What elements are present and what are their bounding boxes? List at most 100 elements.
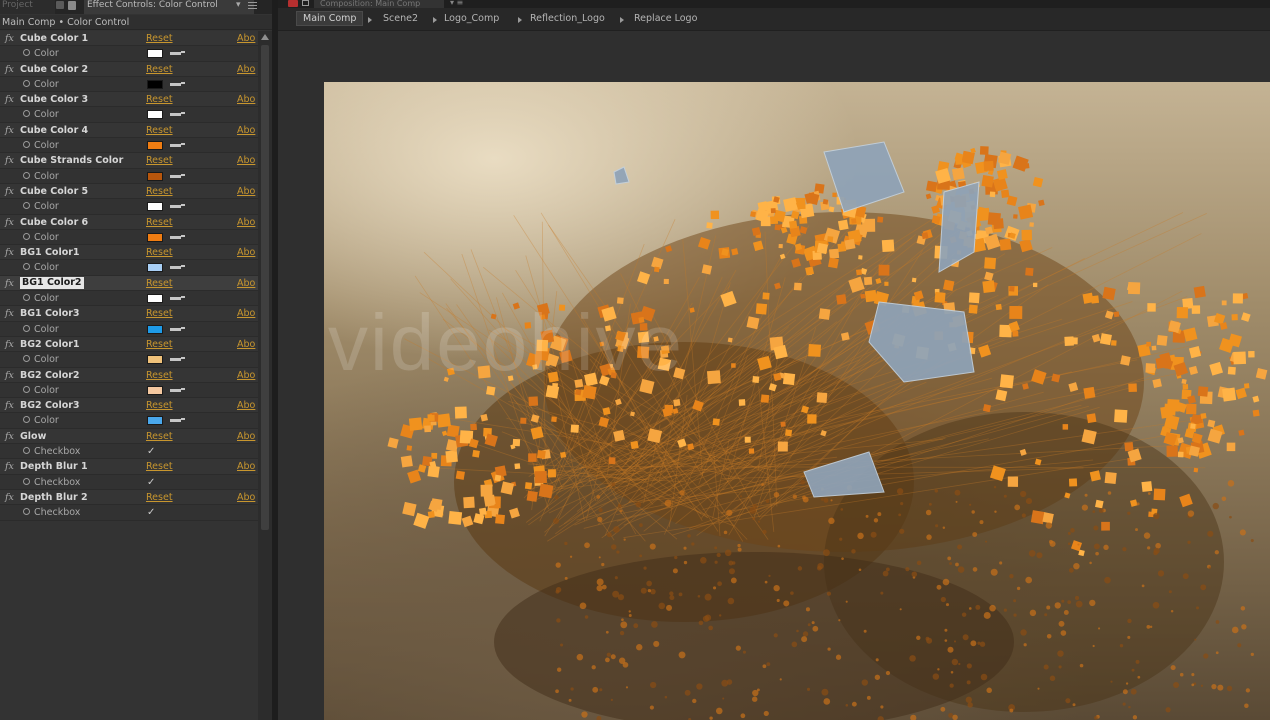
eyedropper-icon[interactable]: [170, 111, 185, 118]
tab-composition[interactable]: Composition: Main Comp: [314, 0, 444, 8]
effect-row[interactable]: fx Cube Color 2 Reset Abo: [0, 61, 258, 77]
about-link[interactable]: Abo: [237, 490, 257, 505]
fx-icon[interactable]: fx: [5, 31, 14, 46]
eyedropper-icon[interactable]: [170, 203, 185, 210]
stopwatch-icon[interactable]: [23, 79, 30, 87]
reset-link[interactable]: Reset: [146, 92, 173, 107]
color-swatch[interactable]: [147, 202, 163, 212]
about-link[interactable]: Abo: [237, 153, 257, 168]
eyedropper-icon[interactable]: [170, 417, 185, 424]
about-link[interactable]: Abo: [237, 215, 257, 230]
tab-project[interactable]: Project: [0, 0, 55, 14]
effect-row[interactable]: fx BG2 Color3 Reset Abo: [0, 398, 258, 414]
fx-icon[interactable]: fx: [5, 123, 14, 138]
stopwatch-icon[interactable]: [23, 232, 30, 240]
effect-row[interactable]: fx Cube Color 4 Reset Abo: [0, 122, 258, 139]
effect-name[interactable]: Cube Color 1: [20, 31, 88, 46]
color-swatch[interactable]: [147, 385, 163, 395]
checkbox[interactable]: ✓: [147, 444, 155, 459]
scrollbar-thumb[interactable]: [261, 45, 269, 530]
about-link[interactable]: Abo: [237, 398, 257, 413]
color-swatch[interactable]: [147, 141, 163, 151]
stopwatch-icon[interactable]: [23, 202, 30, 210]
effect-name[interactable]: Glow: [20, 429, 46, 444]
flowchart-item[interactable]: Logo_Comp: [444, 12, 499, 27]
eyedropper-icon[interactable]: [170, 81, 185, 88]
stopwatch-icon[interactable]: [23, 477, 30, 485]
reset-link[interactable]: Reset: [146, 215, 173, 230]
panel-menu-icon[interactable]: ▾ ≡: [450, 0, 463, 7]
scroll-up-arrow-icon[interactable]: [261, 34, 269, 40]
about-link[interactable]: Abo: [237, 306, 257, 321]
fx-icon[interactable]: fx: [5, 398, 14, 413]
eyedropper-icon[interactable]: [170, 234, 185, 241]
effect-row[interactable]: fx Cube Color 1 Reset Abo: [0, 31, 258, 47]
about-link[interactable]: Abo: [237, 31, 257, 46]
reset-link[interactable]: Reset: [146, 245, 173, 260]
fx-icon[interactable]: fx: [5, 490, 14, 505]
effect-name[interactable]: BG2 Color2: [20, 368, 80, 383]
about-link[interactable]: Abo: [237, 245, 257, 260]
reset-link[interactable]: Reset: [146, 276, 173, 291]
color-swatch[interactable]: [147, 355, 163, 365]
color-swatch[interactable]: [147, 416, 163, 426]
fx-icon[interactable]: fx: [5, 62, 14, 77]
eyedropper-icon[interactable]: [170, 356, 185, 363]
effect-row[interactable]: fx BG2 Color2 Reset Abo: [0, 367, 258, 383]
effect-row[interactable]: fx Cube Color 5 Reset Abo: [0, 183, 258, 200]
lock-icon[interactable]: [302, 0, 309, 6]
color-swatch[interactable]: [147, 324, 163, 334]
fx-icon[interactable]: fx: [5, 276, 14, 291]
checkbox[interactable]: ✓: [147, 505, 155, 520]
lock-icon[interactable]: [68, 1, 76, 10]
eyedropper-icon[interactable]: [170, 295, 185, 302]
stopwatch-icon[interactable]: [23, 324, 30, 332]
stopwatch-icon[interactable]: [23, 263, 30, 271]
stopwatch-icon[interactable]: [23, 385, 30, 393]
effect-row[interactable]: fx Depth Blur 2 Reset Abo: [0, 489, 258, 506]
fx-icon[interactable]: fx: [5, 215, 14, 230]
color-swatch[interactable]: [147, 110, 163, 120]
reset-link[interactable]: Reset: [146, 337, 173, 352]
fx-icon[interactable]: fx: [5, 184, 14, 199]
reset-link[interactable]: Reset: [146, 31, 173, 46]
effect-row[interactable]: fx Cube Color 6 Reset Abo: [0, 214, 258, 230]
flowchart-item[interactable]: Replace Logo: [634, 12, 697, 27]
fx-icon[interactable]: fx: [5, 429, 14, 444]
effect-row[interactable]: fx BG2 Color1 Reset Abo: [0, 336, 258, 353]
effect-row[interactable]: fx Depth Blur 1 Reset Abo: [0, 459, 258, 475]
flowchart-item[interactable]: Reflection_Logo: [530, 12, 605, 27]
effect-name[interactable]: BG2 Color3: [20, 398, 80, 413]
effect-name[interactable]: Cube Color 5: [20, 184, 88, 199]
fx-icon[interactable]: fx: [5, 459, 14, 474]
fx-icon[interactable]: fx: [5, 245, 14, 260]
composition-preview-image[interactable]: videohive: [324, 82, 1270, 720]
stopwatch-icon[interactable]: [23, 416, 30, 424]
flowchart-item[interactable]: Main Comp: [296, 11, 364, 26]
chevron-down-icon[interactable]: ▾: [236, 0, 241, 10]
about-link[interactable]: Abo: [237, 123, 257, 138]
fx-icon[interactable]: fx: [5, 368, 14, 383]
fx-icon[interactable]: fx: [5, 337, 14, 352]
close-icon[interactable]: [56, 1, 64, 9]
effect-name[interactable]: Cube Color 6: [20, 215, 88, 230]
color-swatch[interactable]: [147, 49, 163, 59]
stopwatch-icon[interactable]: [23, 49, 30, 57]
flowchart-item[interactable]: Scene2: [383, 12, 418, 27]
reset-link[interactable]: Reset: [146, 184, 173, 199]
color-swatch[interactable]: [147, 171, 163, 181]
effect-row[interactable]: fx BG1 Color3 Reset Abo: [0, 306, 258, 322]
about-link[interactable]: Abo: [237, 276, 257, 291]
fx-icon[interactable]: fx: [5, 153, 14, 168]
fx-icon[interactable]: fx: [5, 306, 14, 321]
eyedropper-icon[interactable]: [170, 387, 185, 394]
effect-row[interactable]: fx BG1 Color1 Reset Abo: [0, 245, 258, 261]
color-swatch[interactable]: [147, 79, 163, 89]
reset-link[interactable]: Reset: [146, 368, 173, 383]
eyedropper-icon[interactable]: [170, 264, 185, 271]
effect-name[interactable]: Cube Color 2: [20, 62, 88, 77]
reset-link[interactable]: Reset: [146, 123, 173, 138]
effect-name[interactable]: BG2 Color1: [20, 337, 80, 352]
color-swatch[interactable]: [147, 294, 163, 304]
stopwatch-icon[interactable]: [23, 294, 30, 302]
